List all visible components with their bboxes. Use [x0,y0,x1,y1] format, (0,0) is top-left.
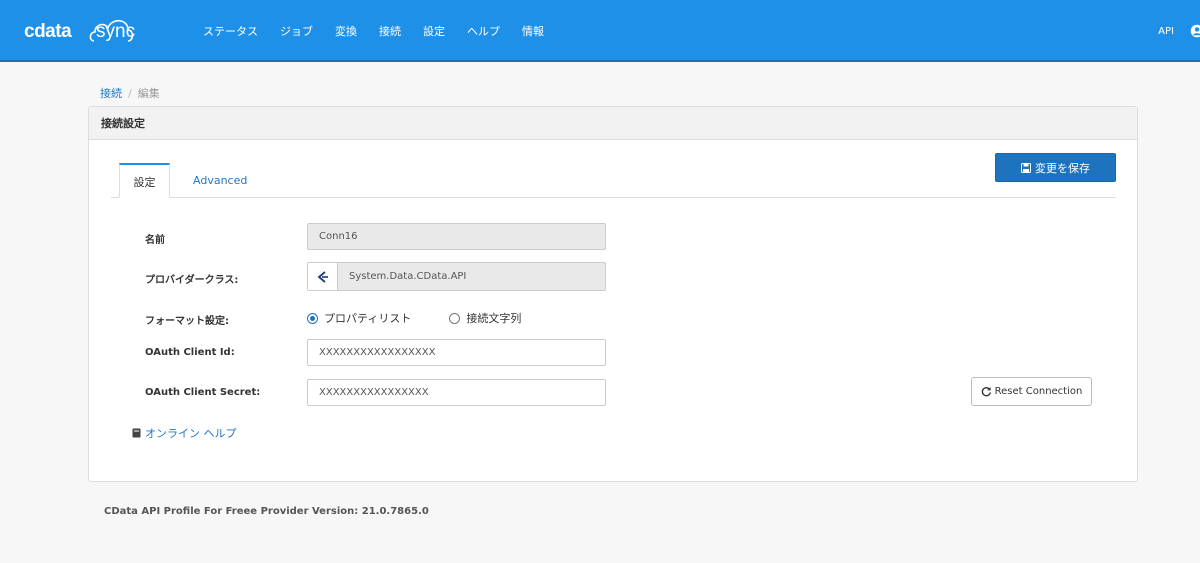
reset-connection-button[interactable]: Reset Connection [971,377,1092,406]
save-changes-label: 変更を保存 [1035,161,1090,175]
refresh-icon [981,387,991,397]
breadcrumb-current: 編集 [137,87,160,100]
online-help-label: オンライン ヘルプ [145,427,237,440]
format-radio-group: プロパティリスト 接続文字列 [307,310,521,326]
nav-info[interactable]: 情報 [522,23,544,39]
oauth-client-id-field[interactable]: XXXXXXXXXXXXXXXXX [307,339,606,366]
radio-dot-selected [307,312,318,324]
user-icon[interactable] [1190,24,1200,38]
logo-product: sync [96,21,136,42]
tab-advanced[interactable]: Advanced [193,163,247,198]
book-icon [132,428,141,438]
panel-title: 接続設定 [89,107,1137,140]
nav-jobs[interactable]: ジョブ [280,23,313,39]
top-navbar: cdata sync ステータス ジョブ 変換 接続 設定 ヘルプ 情報 API [0,0,1200,62]
api-link[interactable]: API [1158,26,1174,37]
name-label: 名前 [145,235,165,246]
radio-dot [449,312,461,324]
nav-connections[interactable]: 接続 [379,23,401,39]
breadcrumb-separator: / [128,87,132,100]
format-label: フォーマット設定: [145,316,229,327]
breadcrumb-connections[interactable]: 接続 [100,87,122,100]
reset-connection-label: Reset Connection [994,386,1083,397]
provider-class-value: System.Data.CData.API [349,271,467,282]
radio-connection-string[interactable]: 接続文字列 [449,310,521,326]
breadcrumb: 接続 / 編集 [100,85,160,101]
radio-property-list-label: プロパティリスト [324,312,412,325]
nav-settings[interactable]: 設定 [423,23,445,39]
logo-brand: cdata [24,21,72,42]
radio-connection-string-label: 接続文字列 [466,312,522,325]
connection-settings-panel: 接続設定 設定 Advanced 変更を保存 名前 Conn16 プロバイダーク… [88,106,1138,482]
provider-logo-icon [308,263,338,290]
radio-property-list[interactable]: プロパティリスト [307,310,411,326]
online-help-link[interactable]: オンライン ヘルプ [132,425,237,441]
nav-status[interactable]: ステータス [203,23,258,39]
nav-help[interactable]: ヘルプ [467,23,500,39]
oauth-client-secret-field[interactable]: XXXXXXXXXXXXXXXX [307,379,606,406]
main-nav: ステータス ジョブ 変換 接続 設定 ヘルプ 情報 [203,0,566,62]
provider-class-label: プロバイダークラス: [145,275,239,286]
save-changes-button[interactable]: 変更を保存 [995,153,1116,182]
oauth-client-id-label: OAuth Client Id: [145,347,235,358]
app-logo[interactable]: cdata sync [24,14,136,44]
oauth-client-secret-label: OAuth Client Secret: [145,387,261,398]
provider-version-text: CData API Profile For Freee Provider Ver… [104,506,429,517]
tab-bar: 設定 Advanced [111,163,1116,198]
name-field[interactable]: Conn16 [307,223,606,250]
nav-transformations[interactable]: 変換 [335,23,357,39]
save-icon [1021,162,1031,173]
provider-class-field[interactable]: System.Data.CData.API [307,262,606,291]
tab-settings[interactable]: 設定 [119,163,170,198]
top-right-menu: API [1158,0,1200,62]
